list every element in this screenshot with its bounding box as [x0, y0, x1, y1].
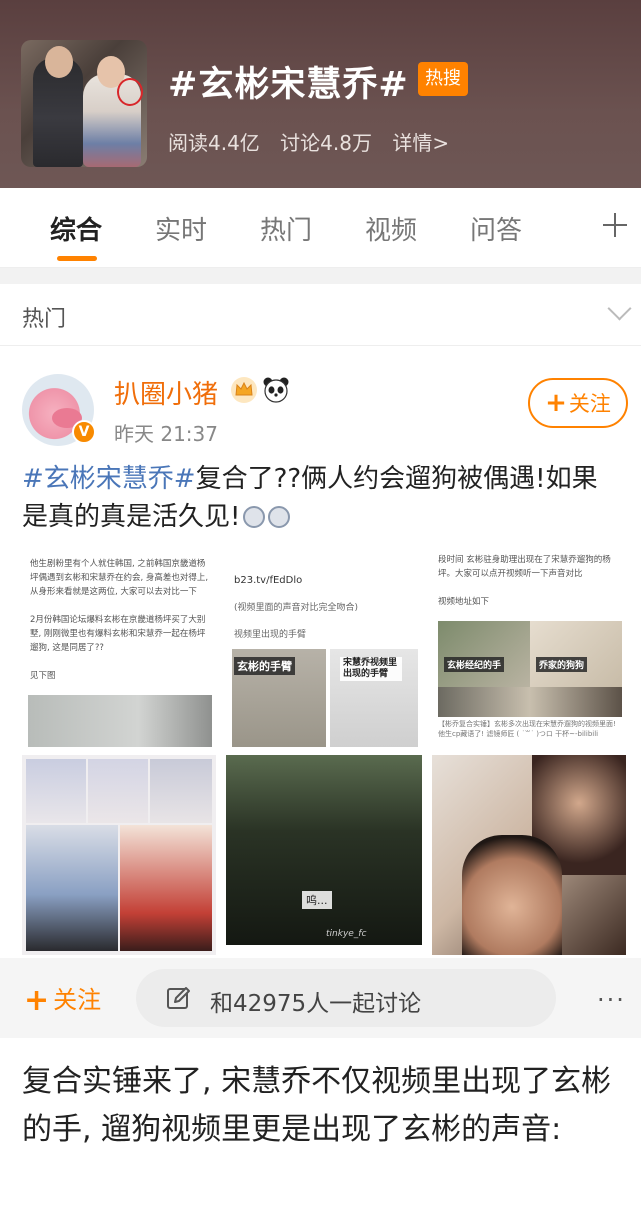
topic-stats: 阅读4.4亿 讨论4.8万 详情>: [168, 127, 463, 156]
tab-comprehensive[interactable]: 综合: [50, 210, 102, 247]
plus-icon: +: [24, 983, 50, 1018]
section-divider: [0, 268, 641, 284]
post-image-1[interactable]: 他生剧粉里有个人就住韩国, 之前韩国京畿道杨坪偶遇到玄彬和宋慧乔在约会, 身高差…: [22, 545, 216, 749]
more-options-icon[interactable]: ···: [597, 986, 626, 1014]
image-text: (视频里面的声音对比完全吻合): [234, 603, 359, 613]
discuss-input[interactable]: 和42975人一起讨论: [136, 969, 556, 1027]
image-caption: 玄彬的手臂: [234, 657, 295, 675]
user-name[interactable]: 扒圈小猪: [114, 374, 218, 411]
page: #玄彬宋慧乔# 热搜 阅读4.4亿 讨论4.8万 详情> 综合 实时 热门 视频…: [0, 0, 641, 1224]
section-header[interactable]: 热门: [0, 284, 641, 346]
photo-thumbnail: [438, 621, 530, 687]
bottom-action-bar: + 关注 和42975人一起讨论 ···: [0, 958, 641, 1038]
topic-title: #玄彬宋慧乔#: [168, 65, 409, 105]
image-caption: 玄彬经纪的手: [444, 657, 505, 672]
image-caption: 宋慧乔视频里 出现的手臂: [340, 657, 402, 681]
tab-video[interactable]: 视频: [365, 210, 417, 247]
photo-thumbnail: [28, 695, 212, 747]
video-caption: 呜...: [302, 891, 332, 909]
tab-realtime[interactable]: 实时: [155, 210, 207, 247]
active-tab-indicator: [57, 256, 97, 261]
image-text: 视频里出现的手臂: [234, 630, 307, 640]
follow-button[interactable]: +关注: [528, 378, 628, 428]
post-image-4[interactable]: [22, 755, 216, 955]
follow-label: 关注: [568, 392, 611, 416]
shocked-emoji-icon: [268, 506, 291, 528]
edit-icon: [167, 987, 190, 1009]
chevron-down-icon[interactable]: [607, 306, 633, 322]
crown-icon: [231, 377, 257, 403]
verified-badge: V: [72, 420, 96, 444]
plus-icon: +: [545, 388, 567, 418]
image-text: 【彬乔复合实锤】玄彬多次出现在宋慧乔遛狗的视频里面! 他生cp藏语了! 滤镜师匠…: [438, 720, 616, 738]
discussion-count: 讨论4.8万: [280, 131, 372, 155]
hot-search-badge: 热搜: [418, 62, 468, 96]
post-image-6[interactable]: [432, 755, 626, 955]
video-watermark: tinkye_fc: [326, 929, 367, 939]
post-image-3[interactable]: 段时间 玄彬驻身助理出现在了宋慧乔遛狗的杨坪。大家可以点开视频听一下声音对比 视…: [432, 545, 626, 749]
image-text: 见下图: [30, 671, 56, 681]
post-image-5-video[interactable]: 呜... tinkye_fc: [226, 755, 422, 945]
bottom-follow-button[interactable]: + 关注: [24, 980, 101, 1018]
panda-icon: [263, 377, 289, 403]
shocked-emoji-icon: [243, 506, 266, 528]
image-text: 视频地址如下: [438, 597, 490, 607]
details-link[interactable]: 详情>: [392, 131, 449, 155]
post-hashtag-link[interactable]: #玄彬宋慧乔#: [22, 464, 196, 494]
post-text: #玄彬宋慧乔#复合了??俩人约会遛狗被偶遇!如果是真的真是活久见!: [22, 460, 620, 536]
tab-hot[interactable]: 热门: [260, 210, 312, 247]
image-caption: 乔家的狗狗: [536, 657, 588, 672]
read-count: 阅读4.4亿: [168, 131, 260, 155]
photo-thumbnail: [438, 687, 622, 717]
tab-bar: 综合 实时 热门 视频 问答: [0, 188, 641, 268]
add-tab-plus-icon[interactable]: [600, 210, 630, 240]
follow-label: 关注: [53, 986, 102, 1014]
topic-header: #玄彬宋慧乔# 热搜 阅读4.4亿 讨论4.8万 详情>: [0, 0, 641, 188]
image-text: 2月份韩国论坛爆料玄彬在京畿道杨坪买了大别墅, 刚刚微里也有爆料玄彬和宋慧乔一起…: [30, 615, 206, 653]
image-text: 段时间 玄彬驻身助理出现在了宋慧乔遛狗的杨坪。大家可以点开视频听一下声音对比: [438, 555, 611, 579]
discuss-text: 和42975人一起讨论: [210, 991, 422, 1017]
post-image-2[interactable]: b23.tv/fEdDlo (视频里面的声音对比完全吻合) 视频里出现的手臂 玄…: [226, 545, 422, 749]
tab-qa[interactable]: 问答: [470, 210, 522, 247]
article-text: 复合实锤来了, 宋慧乔不仅视频里出现了玄彬的手, 遛狗视频里更是出现了玄彬的声音…: [22, 1064, 612, 1147]
section-title: 热门: [22, 307, 67, 332]
image-text: 他生剧粉里有个人就住韩国, 之前韩国京畿道杨坪偶遇到玄彬和宋慧乔在约会, 身高差…: [30, 559, 209, 597]
video-link: b23.tv/fEdDlo: [234, 575, 303, 586]
photo-thumbnail: [530, 621, 622, 687]
post-time: 昨天 21:37: [114, 422, 218, 446]
topic-cover-image[interactable]: [21, 40, 147, 167]
